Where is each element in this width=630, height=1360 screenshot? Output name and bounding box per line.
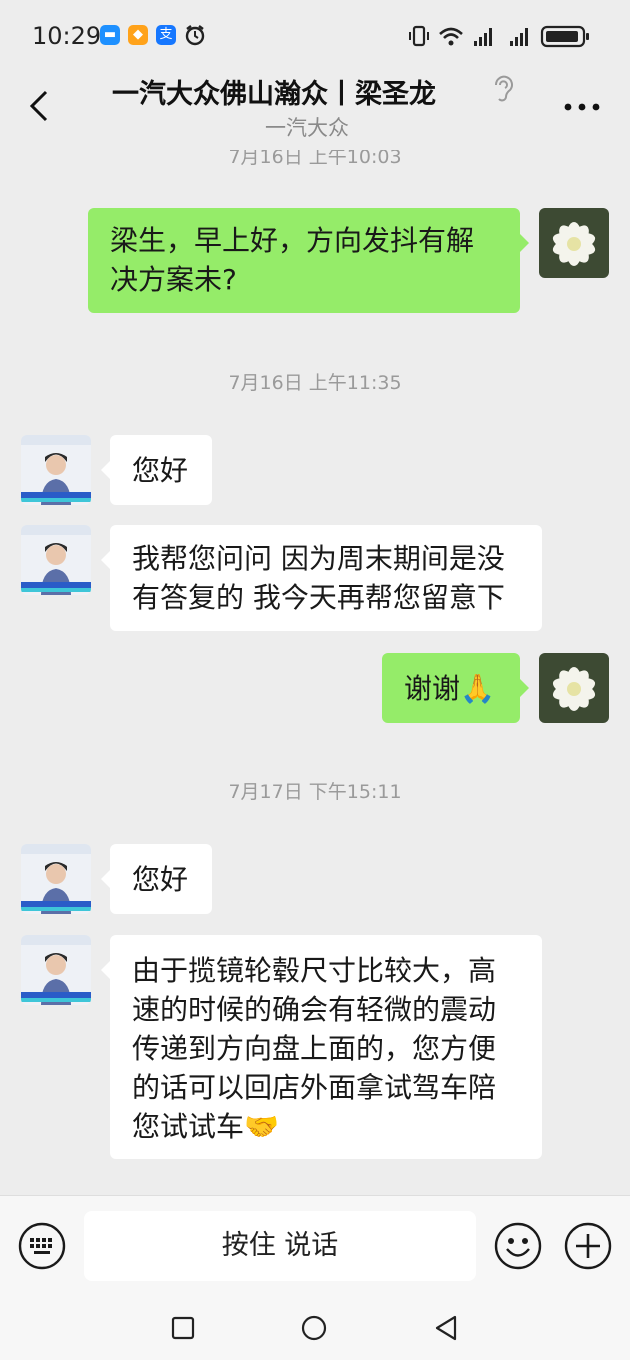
ear-mode-icon [494,75,513,102]
message-bubble-incoming[interactable]: 由于揽镜轮毂尺寸比较大，高 速的时候的确会有轻微的震动 传递到方向盘上面的，您方… [101,935,542,1159]
system-status-icons [409,25,589,48]
timestamp: 7月16日 上午10:03 [228,150,402,168]
message-text: 您试试车🤝 [132,1110,279,1143]
status-time: 10:29 [32,22,102,50]
message-app-icon: ▬ [100,25,120,45]
contact-avatar[interactable] [21,525,91,595]
message-text: 您好 [132,863,189,896]
system-nav-bar [0,1295,630,1360]
my-avatar[interactable] [539,653,609,723]
emoji-icon[interactable] [494,1222,542,1270]
message-text: 我帮您问问 因为周末期间是没 [132,542,505,575]
home-icon[interactable] [301,1315,327,1341]
status-bar: 10:29 ▬ ◆ 支 [0,0,630,70]
message-text: 由于揽镜轮毂尺寸比较大，高 [132,954,497,987]
hold-to-talk-button[interactable]: 按住 说话 [84,1211,476,1281]
message-bubble-outgoing[interactable]: 谢谢🙏 [382,653,529,723]
back-button[interactable] [20,86,60,126]
contact-avatar[interactable] [21,844,91,914]
nav-back-icon[interactable] [433,1314,459,1342]
contact-avatar[interactable] [21,435,91,505]
more-options-button[interactable] [562,100,602,114]
timestamp: 7月16日 上午11:35 [228,372,402,394]
taobao-app-icon: ◆ [128,25,148,45]
alarm-icon [185,25,205,46]
chat-subtitle: 一汽大众 [265,116,349,140]
message-text: 谢谢🙏 [404,672,495,705]
message-text: 您好 [132,454,189,487]
contact-avatar[interactable] [21,935,91,1005]
chat-messages: 7月16日 上午10:03 梁生，早上好，方向发抖有解 决方案未? 7月16日 … [0,150,630,1195]
message-text: 梁生，早上好，方向发抖有解 [110,224,475,257]
message-text: 的话可以回店外面拿试驾车陪 [132,1071,497,1104]
keyboard-toggle-icon[interactable] [18,1222,66,1270]
message-text: 决方案未? [110,263,237,296]
message-bubble-incoming[interactable]: 我帮您问问 因为周末期间是没 有答复的 我今天再帮您留意下 [101,525,542,631]
message-bubble-incoming[interactable]: 您好 [101,435,212,505]
message-bubble-incoming[interactable]: 您好 [101,844,212,914]
message-text: 速的时候的确会有轻微的震动 [132,993,497,1026]
timestamp: 7月17日 下午15:11 [228,781,402,803]
plus-icon[interactable] [564,1222,612,1270]
recents-icon[interactable] [171,1316,195,1340]
chat-header: 一汽大众佛山瀚众丨梁圣龙 一汽大众 [0,70,630,150]
input-bar: 按住 说话 [0,1195,630,1296]
my-avatar[interactable] [539,208,609,278]
message-text: 传递到方向盘上面的，您方便 [132,1032,497,1065]
message-bubble-outgoing[interactable]: 梁生，早上好，方向发抖有解 决方案未? [88,208,529,313]
chat-title: 一汽大众佛山瀚众丨梁圣龙 [112,79,436,110]
message-text: 有答复的 我今天再帮您留意下 [132,581,505,614]
alipay-app-icon: 支 [156,25,176,45]
